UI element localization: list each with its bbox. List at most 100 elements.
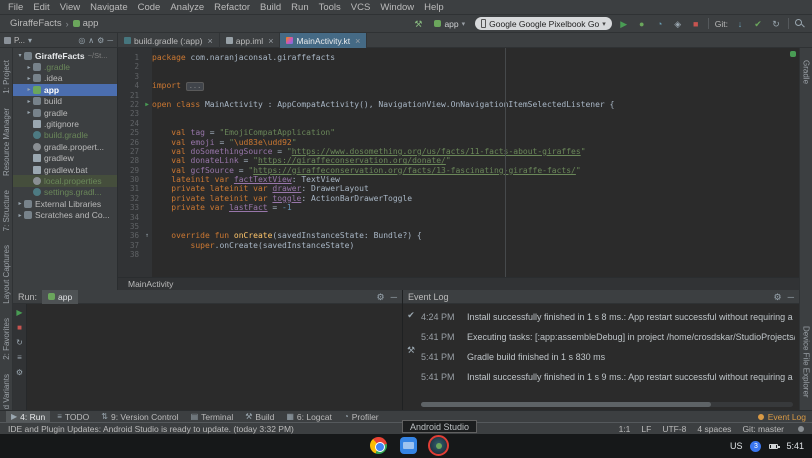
tab-build-gradle-app[interactable]: build.gradle (:app)×: [118, 33, 220, 48]
event-log-settings-icon[interactable]: ⚒: [407, 345, 415, 356]
menu-item-refactor[interactable]: Refactor: [209, 0, 255, 15]
settings-gear-icon[interactable]: ⚙: [377, 290, 385, 304]
search-icon[interactable]: [795, 19, 804, 28]
chrome-icon[interactable]: [370, 437, 387, 454]
commit-button[interactable]: ✔: [752, 18, 764, 30]
tool-button-resource-manager[interactable]: Resource Manager: [2, 108, 11, 176]
tab-app-iml[interactable]: app.iml×: [220, 33, 281, 48]
menu-item-run[interactable]: Run: [286, 0, 313, 15]
event-log-button[interactable]: Event Log: [758, 412, 806, 422]
breadcrumb-module[interactable]: app: [73, 18, 99, 29]
code-line-24[interactable]: 24: [118, 119, 799, 128]
code-line-36[interactable]: 36↑ override fun onCreate(savedInstanceS…: [118, 231, 799, 240]
tree-item-local-properties[interactable]: local.properties: [13, 175, 117, 186]
tree-item-idea[interactable]: ▸.idea: [13, 73, 117, 84]
inspections-indicator-icon[interactable]: [790, 51, 796, 57]
expand-arrow-icon[interactable]: ▸: [25, 86, 33, 93]
rollback-button[interactable]: ↻: [770, 18, 782, 30]
breadcrumb-project[interactable]: GiraffeFacts: [10, 18, 62, 29]
code-line-34[interactable]: 34: [118, 213, 799, 222]
code-line-28[interactable]: 28 val donateLink = "https://giraffecons…: [118, 156, 799, 165]
close-icon[interactable]: ×: [355, 36, 360, 46]
settings-button[interactable]: ⚙: [16, 368, 23, 377]
expand-arrow-icon[interactable]: ▾: [16, 52, 24, 59]
code-line-32[interactable]: 32 private lateinit var toggle: ActionBa…: [118, 194, 799, 203]
code-line-29[interactable]: 29 val gcfSource = "https://giraffeconse…: [118, 166, 799, 175]
expand-arrow-icon[interactable]: ▸: [25, 64, 33, 71]
device-selector[interactable]: Google Google Pixelbook Go▾: [475, 17, 612, 30]
debug-button[interactable]: ●: [636, 18, 648, 30]
run-tab-app[interactable]: app: [42, 290, 78, 304]
tree-item-settings-gradl[interactable]: settings.gradl...: [13, 187, 117, 198]
code-line-30[interactable]: 30 lateinit var factTextView: TextView: [118, 175, 799, 184]
status-lf[interactable]: LF: [641, 424, 651, 434]
close-icon[interactable]: ×: [268, 36, 273, 46]
menu-item-navigate[interactable]: Navigate: [85, 0, 133, 15]
tree-item-gradle[interactable]: ▸.gradle: [13, 61, 117, 72]
expand-arrow-icon[interactable]: ▸: [25, 75, 33, 82]
clock[interactable]: 5:41: [786, 441, 804, 451]
menu-item-view[interactable]: View: [55, 0, 85, 15]
tool-button-device-file-explorer[interactable]: Device File Explorer: [802, 326, 811, 398]
collapse-all-icon[interactable]: ∧: [88, 36, 94, 45]
expand-arrow-icon[interactable]: ▸: [25, 109, 33, 116]
code-line-2[interactable]: 2: [118, 62, 799, 71]
tree-item-gradle-propert[interactable]: gradle.propert...: [13, 141, 117, 152]
tool-window-button-build[interactable]: ⚒Build: [240, 411, 279, 423]
tool-window-button-6-logcat[interactable]: ▦6: Logcat: [281, 411, 337, 423]
restart-button[interactable]: ↻: [16, 338, 23, 347]
menu-item-build[interactable]: Build: [255, 0, 286, 15]
mark-all-read-icon[interactable]: ✔: [407, 310, 415, 321]
filter-button[interactable]: ≡: [17, 353, 22, 362]
files-icon[interactable]: [400, 437, 417, 454]
minimize-icon[interactable]: ─: [788, 290, 794, 304]
code-line-3[interactable]: 3: [118, 72, 799, 81]
code-line-4[interactable]: 4import ...: [118, 81, 799, 90]
tool-button-gradle[interactable]: Gradle: [802, 60, 811, 84]
tool-window-button-terminal[interactable]: ▤Terminal: [186, 411, 239, 423]
menu-item-edit[interactable]: Edit: [28, 0, 54, 15]
status-git-master[interactable]: Git: master: [742, 424, 784, 434]
tree-item-scratches-and-co[interactable]: ▸Scratches and Co...: [13, 209, 117, 220]
status-4-spaces[interactable]: 4 spaces: [697, 424, 731, 434]
tool-window-button-todo[interactable]: ≡TODO: [52, 411, 94, 423]
status-message[interactable]: IDE and Plugin Updates: Android Studio i…: [8, 424, 294, 434]
locate-icon[interactable]: ◎: [78, 36, 85, 45]
menu-item-window[interactable]: Window: [375, 0, 419, 15]
editor-breadcrumb-label[interactable]: MainActivity: [128, 279, 173, 289]
code-line-1[interactable]: 1package com.naranjaconsal.giraffefacts: [118, 53, 799, 62]
code-line-33[interactable]: 33 private var lastFact = -1: [118, 203, 799, 212]
menu-item-code[interactable]: Code: [133, 0, 166, 15]
tree-item-gitignore[interactable]: .gitignore: [13, 118, 117, 129]
code-line-37[interactable]: 37 super.onCreate(savedInstanceState): [118, 241, 799, 250]
status-utf-8[interactable]: UTF-8: [662, 424, 686, 434]
tab-mainactivity-kt[interactable]: MainActivity.kt×: [280, 33, 367, 48]
tool-button-build-variants[interactable]: Build Variants: [2, 374, 11, 410]
tool-window-button-profiler[interactable]: ◔Profiler: [339, 411, 384, 423]
battery-icon[interactable]: [769, 444, 778, 449]
menu-item-tools[interactable]: Tools: [314, 0, 346, 15]
tool-window-button-4-run[interactable]: ▶4: Run: [6, 411, 50, 423]
tree-item-build[interactable]: ▸build: [13, 96, 117, 107]
stop-button[interactable]: ■: [690, 18, 702, 30]
run-gutter-icon[interactable]: ▶: [142, 100, 152, 109]
code-line-22[interactable]: 22▶open class MainActivity : AppCompatAc…: [118, 100, 799, 109]
code-line-26[interactable]: 26 val emoji = "\ud83e\udd92": [118, 138, 799, 147]
run-config-selector[interactable]: app▾: [430, 17, 469, 30]
tool-button-2-favorites[interactable]: 2: Favorites: [2, 318, 11, 360]
settings-gear-icon[interactable]: ⚙: [97, 36, 104, 45]
chevron-down-icon[interactable]: ▾: [28, 36, 32, 45]
minimize-icon[interactable]: ─: [391, 290, 397, 304]
code-line-31[interactable]: 31 private lateinit var drawer: DrawerLa…: [118, 184, 799, 193]
keyboard-layout-indicator[interactable]: US: [730, 441, 743, 451]
attach-debugger-button[interactable]: ◈: [672, 18, 684, 30]
tool-button-1-project[interactable]: 1: Project: [2, 60, 11, 94]
tree-item-gradlew[interactable]: gradlew: [13, 153, 117, 164]
scrollbar-thumb[interactable]: [421, 402, 711, 407]
tree-item-giraffefacts[interactable]: ▾GiraffeFacts~/St...: [13, 50, 117, 61]
override-gutter-icon[interactable]: ↑: [142, 231, 152, 240]
code-line-23[interactable]: 23: [118, 109, 799, 118]
build-hammer-icon[interactable]: ⚒: [412, 18, 424, 30]
notification-bell-icon[interactable]: [798, 426, 804, 432]
rerun-button[interactable]: ▶: [16, 308, 22, 317]
